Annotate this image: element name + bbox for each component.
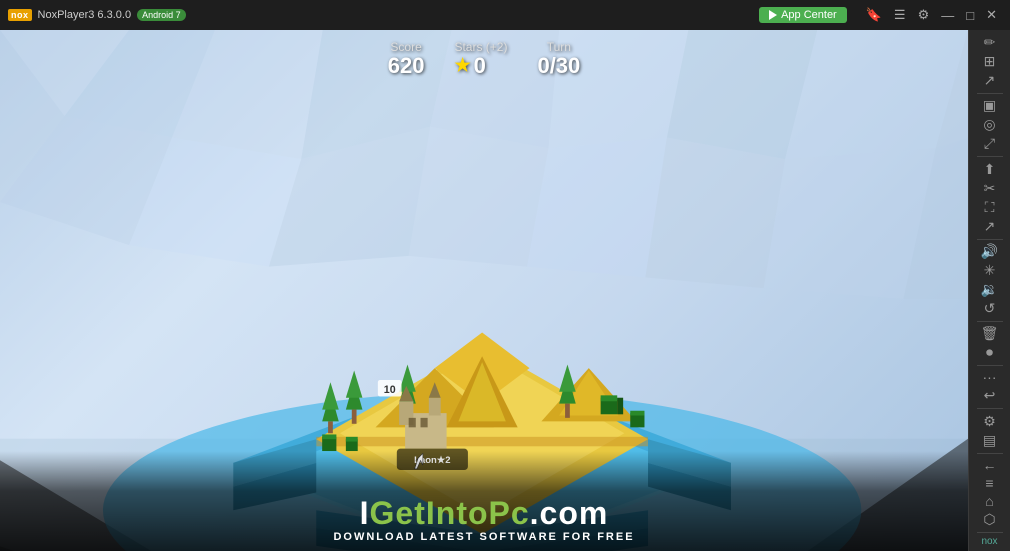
right-sidebar: ✏ ⊞ ↗ ▣ ◎ ⤢ ⬆ ✂ ⛶ ↗ 🔊 ✳ 🔉 ↺ 🗑 ⏺ ··· ↩ ⚙ … bbox=[968, 30, 1010, 551]
fullscreen-button[interactable]: ⛶ bbox=[972, 199, 1008, 216]
monitor-button[interactable]: ▣ bbox=[972, 97, 1008, 114]
home-button[interactable]: ⌂ bbox=[972, 493, 1008, 509]
nox-logo: nox bbox=[8, 9, 32, 21]
stars-number: 0 bbox=[474, 54, 486, 78]
watermark-prefix: I bbox=[360, 495, 370, 531]
export-button[interactable]: ↗ bbox=[972, 72, 1008, 89]
bookmark-button[interactable]: 🔖 bbox=[861, 5, 887, 25]
score-value: 620 bbox=[388, 54, 425, 78]
svg-text:10: 10 bbox=[384, 384, 396, 396]
main-area: Laon★2 10 Score 620 Stars (+2) ★ 0 bbox=[0, 30, 1010, 551]
app-title: NoxPlayer3 6.3.0.0 bbox=[38, 9, 132, 21]
watermark-main: IGetIntoPc.com bbox=[360, 497, 609, 529]
hud-turn: Turn 0/30 bbox=[537, 40, 580, 78]
score-label: Score bbox=[388, 40, 425, 54]
star-icon: ★ bbox=[454, 56, 470, 76]
play-icon bbox=[769, 10, 777, 20]
location-button[interactable]: ◎ bbox=[972, 116, 1008, 133]
settings-button[interactable]: ⚙ bbox=[913, 5, 935, 25]
stars-value: ★ 0 bbox=[454, 54, 507, 78]
nox-logo-box: nox bbox=[8, 9, 32, 21]
expand-button[interactable]: ⤢ bbox=[972, 135, 1008, 152]
title-bar: nox NoxPlayer3 6.3.0.0 Android 7 App Cen… bbox=[0, 0, 1010, 30]
game-viewport[interactable]: Laon★2 10 Score 620 Stars (+2) ★ 0 bbox=[0, 30, 968, 551]
list-button[interactable]: ≡ bbox=[972, 475, 1008, 491]
close-button[interactable]: ✕ bbox=[981, 5, 1002, 25]
watermark-tagline: Download Latest Software for Free bbox=[333, 531, 634, 543]
undo-button[interactable]: ↩ bbox=[972, 387, 1008, 404]
title-icons: 🔖 ☰ ⚙ — □ ✕ bbox=[861, 5, 1002, 25]
record-button[interactable]: ⏺ bbox=[972, 344, 1008, 361]
photo-button[interactable]: ▤ bbox=[972, 432, 1008, 449]
more-button[interactable]: ··· bbox=[972, 369, 1008, 385]
maximize-button[interactable]: □ bbox=[961, 6, 979, 25]
watermark-suffix: .com bbox=[530, 495, 609, 531]
import-button[interactable]: ⬆ bbox=[972, 161, 1008, 178]
volume-up-button[interactable]: 🔊 bbox=[972, 243, 1008, 260]
diagonal-arrow-button[interactable]: ↗ bbox=[972, 218, 1008, 235]
settings2-button[interactable]: ⚙ bbox=[972, 413, 1008, 430]
turn-label: Turn bbox=[537, 40, 580, 54]
turn-value: 0/30 bbox=[537, 54, 580, 78]
delete-button[interactable]: 🗑 bbox=[972, 325, 1008, 342]
spinner-button[interactable]: ✳ bbox=[972, 262, 1008, 279]
history-button[interactable]: ↺ bbox=[972, 300, 1008, 317]
layers-button[interactable]: ⊞ bbox=[972, 53, 1008, 70]
back-button[interactable]: ← bbox=[972, 457, 1008, 473]
app-center-button[interactable]: App Center bbox=[759, 7, 847, 23]
cast-button[interactable]: nox bbox=[972, 536, 1008, 547]
android-badge: Android 7 bbox=[137, 9, 186, 21]
hud-stars: Stars (+2) ★ 0 bbox=[454, 40, 507, 78]
game-hud: Score 620 Stars (+2) ★ 0 Turn 0/30 bbox=[388, 40, 581, 78]
watermark: IGetIntoPc.com Download Latest Software … bbox=[0, 451, 968, 551]
volume-down-button[interactable]: 🔉 bbox=[972, 281, 1008, 298]
minimize-button[interactable]: — bbox=[936, 6, 959, 25]
paint-button[interactable]: ✏ bbox=[972, 34, 1008, 51]
stars-label: Stars (+2) bbox=[454, 40, 507, 54]
hud-score: Score 620 bbox=[388, 40, 425, 78]
cut-button[interactable]: ✂ bbox=[972, 180, 1008, 197]
camera-button[interactable]: ⬡ bbox=[972, 511, 1008, 528]
menu-button[interactable]: ☰ bbox=[889, 5, 911, 25]
app-center-label: App Center bbox=[781, 9, 837, 21]
watermark-brand: GetIntoPc bbox=[370, 495, 530, 531]
